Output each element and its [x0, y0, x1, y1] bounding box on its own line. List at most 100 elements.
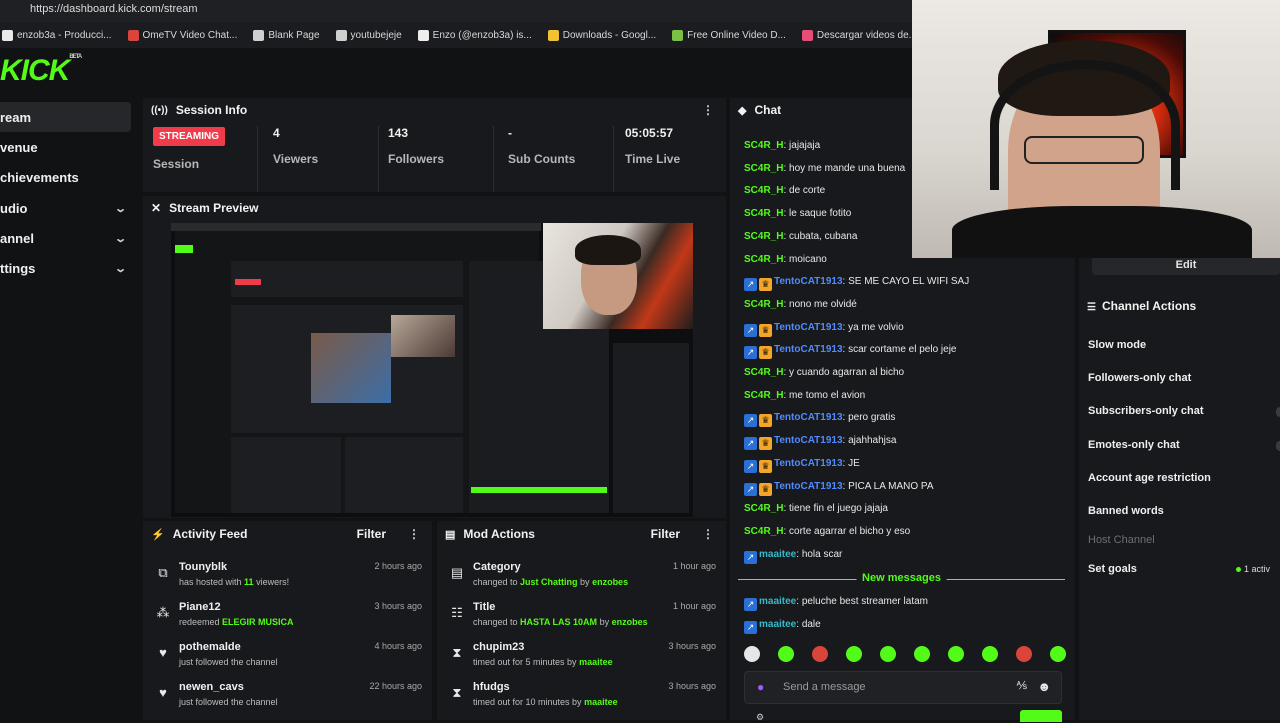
chat-username[interactable]: SC4R_H	[744, 299, 783, 310]
chat-message[interactable]: SC4R_H: hoy me mande una buena	[744, 162, 905, 176]
sidebar-item[interactable]: udio ⌄	[0, 193, 131, 223]
bookmark-item[interactable]: Blank Page	[253, 29, 320, 41]
stream-video[interactable]	[171, 223, 693, 517]
chat-input[interactable]: ● Send a message ⅍ ☻	[744, 671, 1062, 704]
chat-username[interactable]: TentoCAT1913	[774, 435, 843, 446]
chat-username[interactable]: maaitee	[759, 549, 796, 560]
chat-username[interactable]: TentoCAT1913	[774, 458, 843, 469]
chat-message[interactable]: ↗ ♛ TentoCAT1913: scar cortame el pelo jej…	[744, 343, 956, 360]
chat-message[interactable]: SC4R_H: de corte	[744, 184, 825, 198]
chat-message[interactable]: SC4R_H: tiene fin el juego jajaja	[744, 502, 888, 516]
chat-username[interactable]: SC4R_H	[744, 254, 783, 265]
mod-action-title[interactable]: hfudgs	[473, 681, 510, 693]
translate-icon[interactable]: ⅍	[1017, 680, 1027, 692]
chat-message[interactable]: SC4R_H: corte agarrar el bicho y eso	[744, 525, 910, 539]
mod-action-row[interactable]: ⧗ hfudgs timed out for 10 minutes by maait…	[437, 681, 726, 721]
channel-action-item[interactable]: Followers-only chat	[1088, 372, 1191, 384]
chat-username[interactable]: SC4R_H	[744, 185, 783, 196]
address-bar[interactable]: https://dashboard.kick.com/stream	[0, 0, 912, 22]
activity-row[interactable]: ♥ newen_cavs just followed the channel 22 h…	[143, 681, 432, 721]
channel-action-item[interactable]: Emotes-only chat	[1088, 439, 1180, 451]
sidebar-item[interactable]: ttings ⌄	[0, 253, 131, 283]
channel-action-item[interactable]: Slow mode	[1088, 339, 1146, 351]
emoji-icon[interactable]: ☻	[1037, 679, 1051, 694]
activity-user[interactable]: Piane12	[179, 601, 221, 613]
mod-filter-button[interactable]: Filter	[651, 527, 680, 541]
chat-username[interactable]: SC4R_H	[744, 208, 783, 219]
chat-username[interactable]: TentoCAT1913	[774, 412, 843, 423]
bookmark-item[interactable]: Free Online Video D...	[672, 29, 786, 41]
sidebar-item[interactable]: ream	[0, 102, 131, 132]
mod-action-moderator[interactable]: enzobes	[612, 617, 648, 627]
chat-message[interactable]: SC4R_H: le saque fotito	[744, 207, 851, 221]
chat-message[interactable]: ↗ ♛ TentoCAT1913: SE ME CAYO EL WIFI SAJ	[744, 275, 969, 292]
chat-username[interactable]: TentoCAT1913	[774, 322, 843, 333]
bookmark-item[interactable]: Downloads - Googl...	[547, 29, 656, 41]
emote-icon[interactable]	[914, 646, 930, 662]
emote-icon[interactable]	[1050, 646, 1066, 662]
activity-user[interactable]: Tounyblk	[179, 561, 227, 573]
chat-message[interactable]: ↗ ♛ TentoCAT1913: ajahhahjsa	[744, 434, 896, 451]
emote-icon[interactable]	[778, 646, 794, 662]
bookmark-item[interactable]: Enzo (@enzob3a) is...	[417, 29, 532, 41]
mod-action-row[interactable]: ☷ Title changed to HASTA LAS 10AM by enzob…	[437, 601, 726, 641]
channel-action-item[interactable]: Set goals	[1088, 563, 1137, 575]
chat-message[interactable]: SC4R_H: moicano	[744, 253, 827, 267]
channel-action-item[interactable]: Account age restriction	[1088, 472, 1211, 484]
chat-username[interactable]: TentoCAT1913	[774, 481, 843, 492]
chat-message[interactable]: ↗ ♛ TentoCAT1913: pero gratis	[744, 411, 895, 428]
chat-username[interactable]: SC4R_H	[744, 503, 783, 514]
toggle-switch[interactable]	[1276, 407, 1280, 417]
sidebar-item[interactable]: chievements	[0, 162, 131, 192]
mod-action-row[interactable]: ⧗ chupim23 timed out for 5 minutes by maai…	[437, 641, 726, 681]
chat-settings-icon[interactable]: ⚙	[756, 712, 770, 722]
kick-logo[interactable]: KICKBETA	[0, 54, 82, 88]
activity-row[interactable]: ⁂ Piane12 redeemed ELEGIR MUSICA 3 hours ag…	[143, 601, 432, 641]
edit-button[interactable]: Edit	[1092, 255, 1280, 275]
emote-icon[interactable]	[812, 646, 828, 662]
chat-message[interactable]: SC4R_H: jajajaja	[744, 139, 820, 153]
chat-username[interactable]: SC4R_H	[744, 140, 783, 151]
chat-username[interactable]: maaitee	[759, 619, 796, 630]
emote-icon[interactable]	[846, 646, 862, 662]
chat-message[interactable]: ↗ ♛ TentoCAT1913: ya me volvio	[744, 321, 904, 337]
emote-icon[interactable]	[948, 646, 964, 662]
sidebar-item[interactable]: annel ⌄	[0, 223, 131, 253]
bookmark-item[interactable]: Descargar videos de...	[801, 29, 912, 41]
sidebar-item[interactable]: venue	[0, 132, 131, 162]
chat-username[interactable]: SC4R_H	[744, 390, 783, 401]
activity-filter-button[interactable]: Filter	[357, 527, 386, 541]
emote-icon[interactable]	[880, 646, 896, 662]
chat-message[interactable]: ↗ maaitee: peluche best streamer latam	[744, 595, 928, 611]
activity-row[interactable]: ♥ pothemalde just followed the channel 4 ho…	[143, 641, 432, 681]
chat-username[interactable]: maaitee	[759, 596, 796, 607]
toggle-switch[interactable]	[1276, 441, 1280, 451]
mod-action-moderator[interactable]: maaitee	[584, 697, 618, 707]
chat-message[interactable]: ↗ maaitee: dale	[744, 618, 821, 634]
mod-action-moderator[interactable]: enzobes	[592, 577, 628, 587]
channel-action-item[interactable]: Banned words	[1088, 505, 1164, 517]
chat-username[interactable]: SC4R_H	[744, 231, 783, 242]
emote-icon[interactable]	[982, 646, 998, 662]
mod-action-title[interactable]: Category	[473, 561, 521, 573]
chat-username[interactable]: TentoCAT1913	[774, 276, 843, 287]
chat-username[interactable]: TentoCAT1913	[774, 344, 843, 355]
chat-message[interactable]: ↗ maaitee: hola scar	[744, 548, 842, 564]
channel-action-item[interactable]: Subscribers-only chat	[1088, 405, 1204, 417]
more-options-icon[interactable]: ⋮	[702, 103, 714, 117]
bookmark-item[interactable]: OmeTV Video Chat...	[127, 29, 237, 41]
chat-username[interactable]: SC4R_H	[744, 367, 783, 378]
bookmark-item[interactable]: youtubejeje	[335, 29, 402, 41]
chat-message[interactable]: ↗ ♛ TentoCAT1913: PICA LA MANO PA	[744, 480, 934, 496]
more-options-icon[interactable]: ⋮	[408, 527, 420, 541]
activity-user[interactable]: pothemalde	[179, 641, 241, 653]
emote-icon[interactable]	[1016, 646, 1032, 662]
mod-action-row[interactable]: ▤ Category changed to Just Chatting by enz…	[437, 561, 726, 601]
chat-message[interactable]: SC4R_H: me tomo el avion	[744, 389, 865, 403]
mod-action-moderator[interactable]: maaitee	[579, 657, 613, 667]
more-options-icon[interactable]: ⋮	[702, 527, 714, 541]
chat-message[interactable]: SC4R_H: cubata, cubana	[744, 230, 857, 244]
chat-message[interactable]: ↗ ♛ TentoCAT1913: JE	[744, 457, 860, 473]
chat-message[interactable]: SC4R_H: nono me olvidé	[744, 298, 857, 312]
activity-user[interactable]: newen_cavs	[179, 681, 244, 693]
